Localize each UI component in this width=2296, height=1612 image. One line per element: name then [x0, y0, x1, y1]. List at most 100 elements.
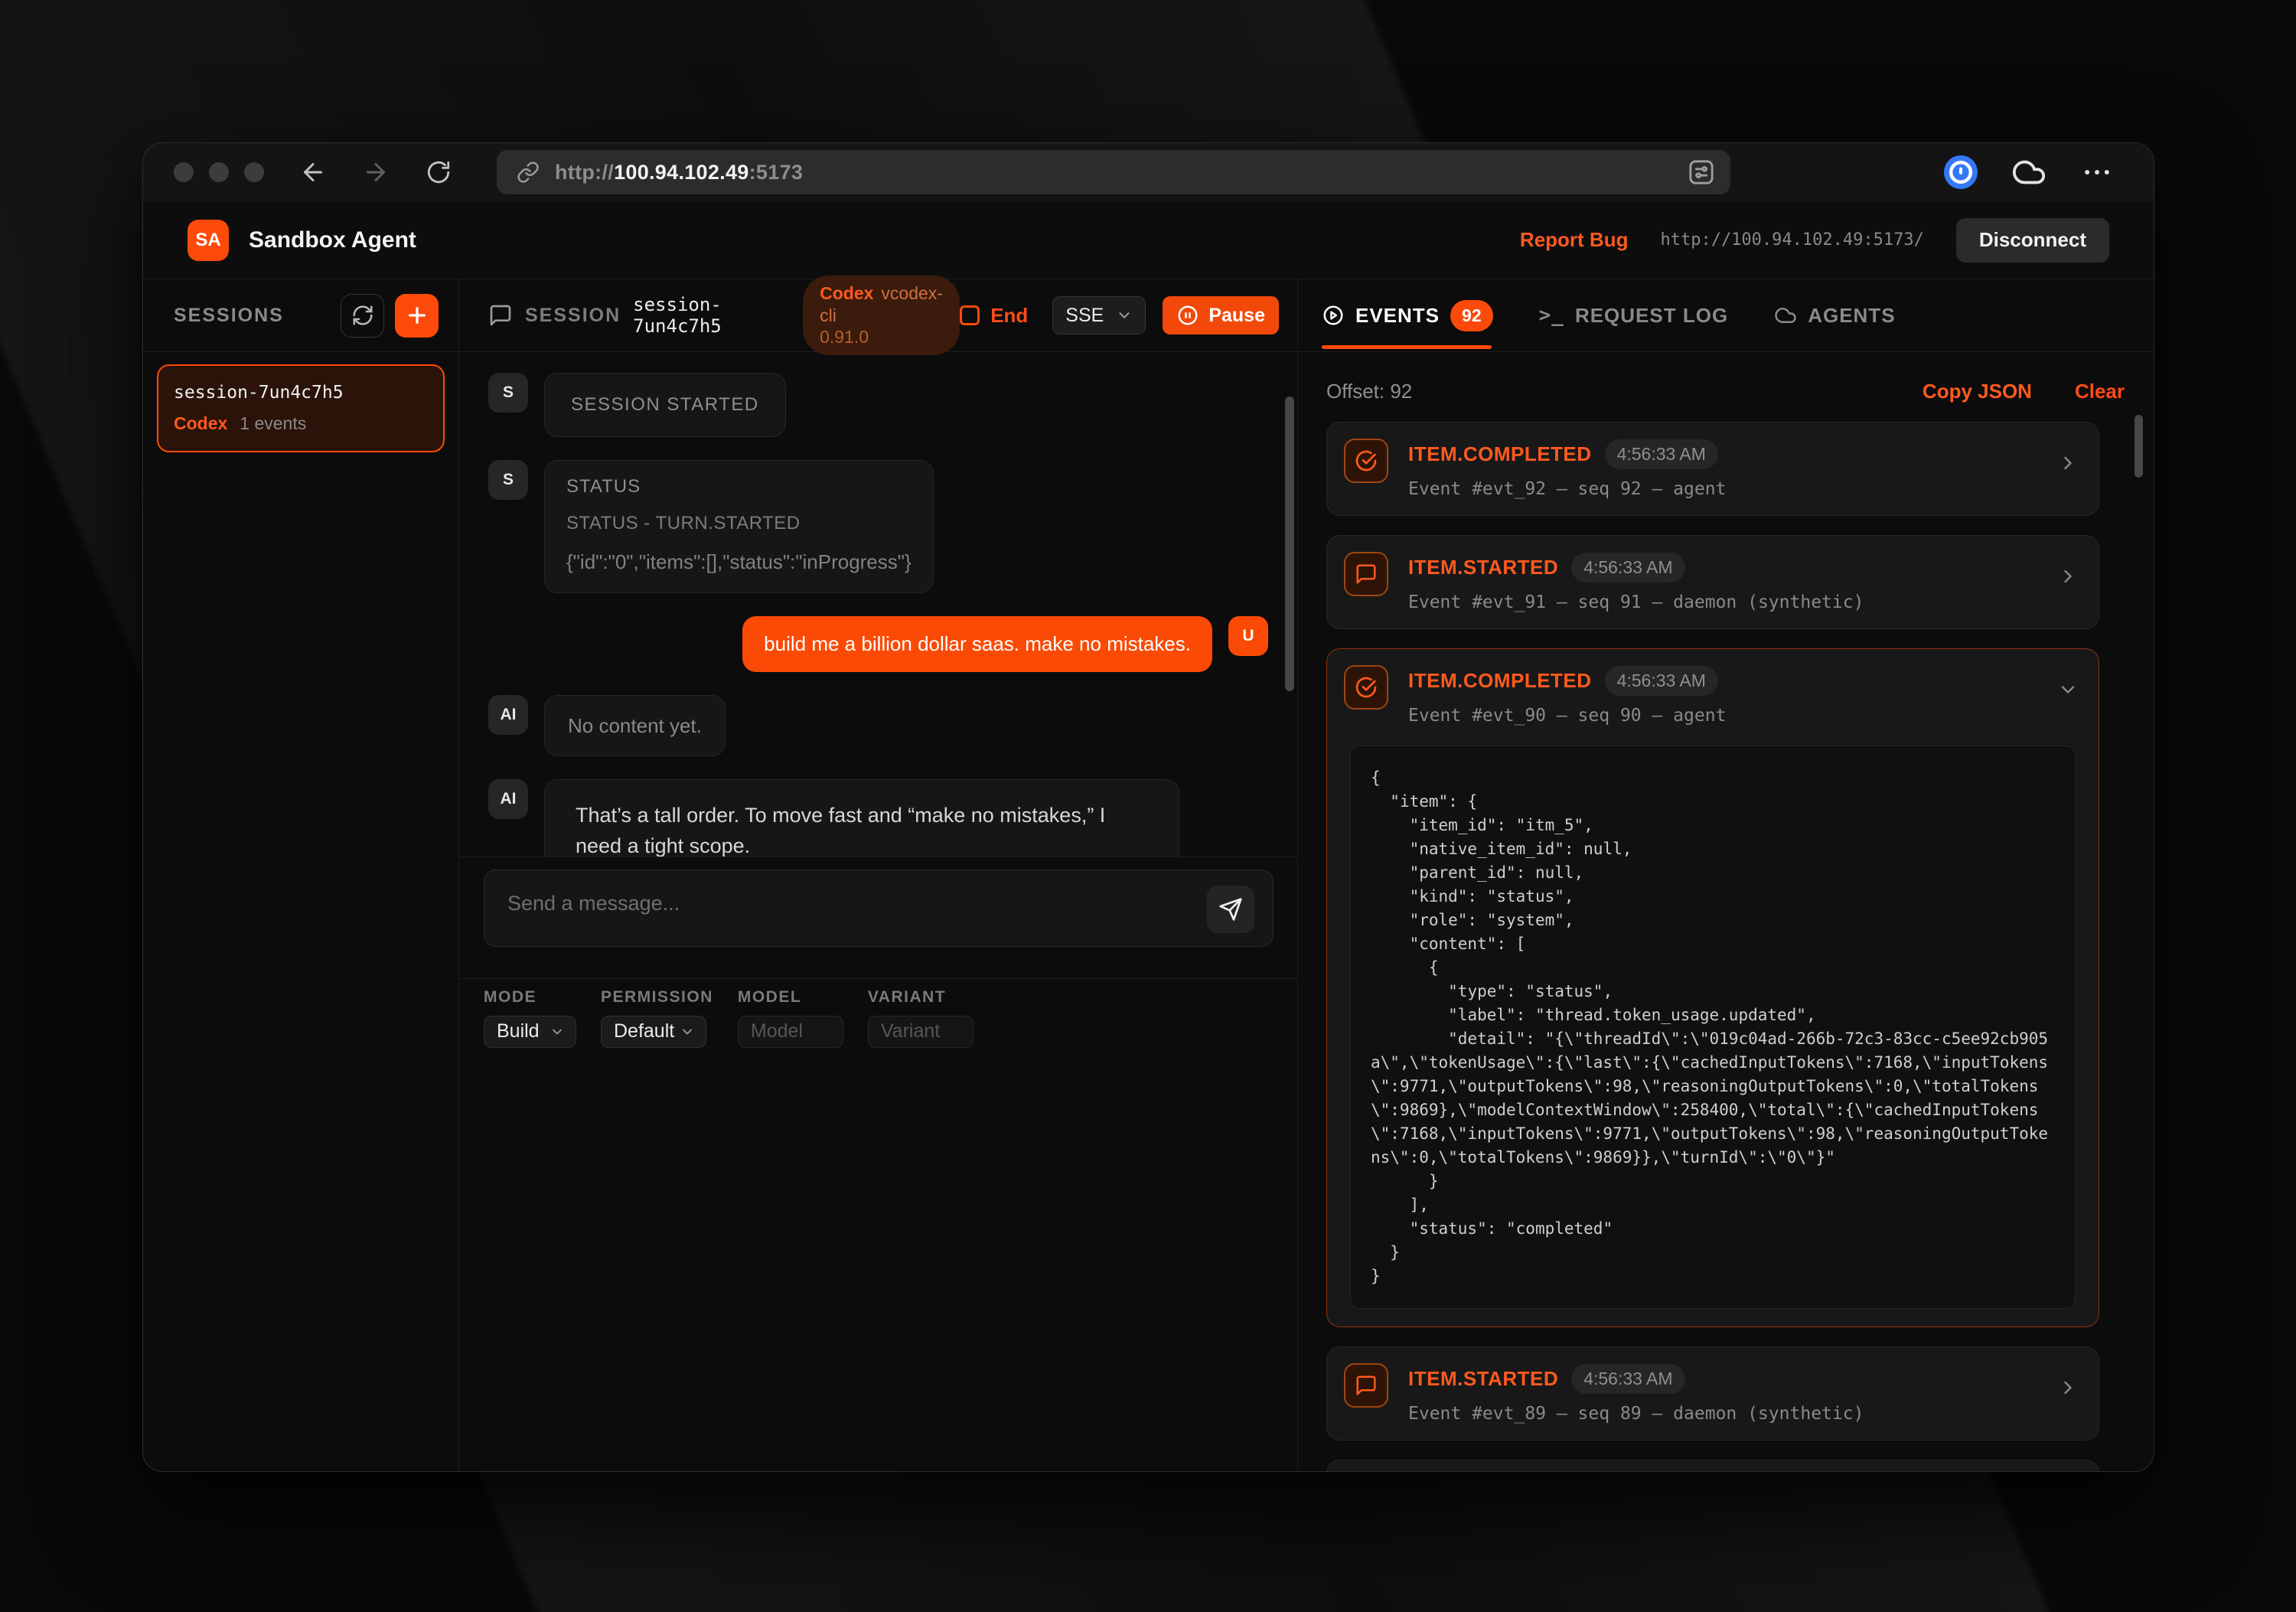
back-icon[interactable] [299, 158, 327, 186]
chevron-right-icon[interactable] [2057, 452, 2079, 474]
model-input[interactable] [738, 1016, 843, 1048]
composer [459, 857, 1297, 978]
password-manager-icon[interactable] [1944, 155, 1978, 189]
mode-select[interactable]: Build [484, 1016, 576, 1048]
event-time: 4:56:33 AM [1571, 553, 1684, 582]
pause-label: Pause [1208, 305, 1265, 327]
avatar: S [488, 373, 528, 413]
session-agent-label: Codex [174, 413, 227, 434]
tab-agents[interactable]: AGENTS [1774, 304, 1895, 328]
window-zoom-button[interactable] [244, 162, 264, 182]
end-session-label: End [990, 304, 1028, 328]
check-circle-icon [1344, 665, 1388, 710]
message-list: S SESSION STARTED S STATUS STATUS - TURN… [459, 352, 1297, 857]
chat-scrollbar[interactable] [1285, 396, 1294, 691]
message-ai-reply: AI That’s a tall order. To move fast and… [488, 779, 1268, 857]
events-scrollbar[interactable] [2135, 415, 2143, 478]
status-subtitle: STATUS - TURN.STARTED [566, 513, 912, 534]
chat-bubble-icon [488, 303, 513, 328]
agent-version-badge: Codexvcodex-cli 0.91.0 [803, 276, 960, 355]
variant-input[interactable] [868, 1016, 974, 1048]
url-text[interactable]: http://100.94.102.49:5173 [555, 161, 803, 184]
message-user: build me a billion dollar saas. make no … [488, 616, 1268, 672]
message-bubble: No content yet. [544, 695, 726, 756]
model-label: MODEL [738, 988, 843, 1007]
pause-button[interactable]: Pause [1163, 296, 1279, 334]
window-controls[interactable] [174, 162, 264, 182]
tab-agents-label: AGENTS [1808, 304, 1895, 328]
event-type: ITEM.COMPLETED [1408, 442, 1592, 466]
permission-value: Default [614, 1020, 674, 1043]
sliders-icon[interactable] [1686, 157, 1717, 188]
chevron-right-icon[interactable] [2057, 1377, 2079, 1398]
sessions-sidebar: SESSIONS session-7un4c7h5 Codex 1 events [143, 279, 459, 1471]
event-time: 4:56:33 AM [1605, 666, 1718, 696]
events-panel: EVENTS 92 >_ REQUEST LOG AGENTS Offset: … [1298, 279, 2154, 1471]
refresh-sessions-button[interactable] [341, 294, 384, 338]
ellipsis-icon[interactable] [2080, 155, 2114, 189]
session-controls-bar: MODE Build PERMISSION Default [459, 978, 1297, 1472]
session-panel: SESSION session-7un4c7h5 Codexvcodex-cli… [459, 279, 1298, 1471]
ai-avatar: AI [488, 779, 528, 819]
event-type: ITEM.STARTED [1408, 1367, 1558, 1391]
event-card[interactable]: ITEM.STARTED 4:56:33 AM Event #evt_91 — … [1326, 535, 2099, 629]
chevron-down-icon [1116, 307, 1133, 324]
tab-events[interactable]: EVENTS 92 [1322, 300, 1493, 331]
avatar: S [488, 460, 528, 500]
cloud-icon[interactable] [2011, 155, 2047, 190]
mode-value: Build [497, 1020, 540, 1043]
active-tab-underline [1322, 345, 1492, 349]
offset-label: Offset: 92 [1326, 380, 1412, 403]
link-icon [517, 161, 540, 184]
permission-label: PERMISSION [601, 988, 713, 1007]
status-json: {"id":"0","items":[],"status":"inProgres… [566, 547, 912, 577]
chevron-down-icon [550, 1024, 565, 1039]
badge-version: 0.91.0 [820, 327, 869, 347]
event-type: ITEM.COMPLETED [1408, 669, 1592, 693]
event-description: Event #evt_92 — seq 92 — agent [1408, 479, 1726, 499]
app-header: SA Sandbox Agent Report Bug http://100.9… [143, 201, 2154, 279]
event-card[interactable]: ITEM.COMPLETED 4:56:33 AM Event #evt_92 … [1326, 422, 2099, 516]
event-time: 4:56:33 AM [1571, 1364, 1684, 1394]
session-panel-header: SESSION session-7un4c7h5 Codexvcodex-cli… [459, 279, 1297, 352]
refresh-icon[interactable] [425, 158, 452, 186]
report-bug-link[interactable]: Report Bug [1520, 228, 1629, 252]
browser-chrome: http://100.94.102.49:5173 [143, 143, 2154, 201]
event-json-payload[interactable]: { "item": { "item_id": "itm_5", "native_… [1350, 746, 2076, 1309]
permission-select[interactable]: Default [601, 1016, 706, 1048]
tab-events-label: EVENTS [1355, 304, 1440, 328]
disconnect-button[interactable]: Disconnect [1956, 218, 2109, 263]
event-card-expanded[interactable]: ITEM.COMPLETED 4:56:33 AM Event #evt_90 … [1326, 648, 2099, 1327]
new-session-button[interactable] [395, 294, 439, 338]
window-close-button[interactable] [174, 162, 194, 182]
session-list-item[interactable]: session-7un4c7h5 Codex 1 events [157, 364, 445, 452]
events-toolbar: Offset: 92 Copy JSON Clear [1298, 352, 2154, 422]
transport-select[interactable]: SSE [1052, 296, 1146, 334]
stop-square-icon [960, 305, 980, 325]
forward-icon[interactable] [362, 158, 390, 186]
message-input[interactable] [484, 870, 1274, 947]
message-bubble: SESSION STARTED [544, 373, 786, 437]
badge-agent: Codex [820, 283, 873, 303]
chevron-down-icon [680, 1024, 695, 1039]
chevron-right-icon[interactable] [2057, 566, 2079, 587]
chevron-down-icon[interactable] [2057, 679, 2079, 700]
address-bar[interactable]: http://100.94.102.49:5173 [497, 150, 1730, 194]
mode-label: MODE [484, 988, 576, 1007]
end-session-control[interactable]: End [960, 304, 1028, 328]
message-status-turn-started: S STATUS STATUS - TURN.STARTED {"id":"0"… [488, 460, 1268, 593]
event-card[interactable]: ITEM.STARTED 4:56:33 AM Event #evt_89 — … [1326, 1346, 2099, 1441]
clear-events-button[interactable]: Clear [2075, 380, 2125, 403]
event-type: ITEM.STARTED [1408, 556, 1558, 579]
copy-json-button[interactable]: Copy JSON [1923, 380, 2032, 403]
sessions-title: SESSIONS [174, 305, 284, 327]
terminal-icon: >_ [1539, 304, 1564, 327]
play-circle-icon [1322, 304, 1345, 327]
send-button[interactable] [1207, 886, 1254, 933]
event-card[interactable]: ITEM.COMPLETED 4:56:33 AM Event #evt_88 … [1326, 1460, 2099, 1471]
window-minimize-button[interactable] [209, 162, 229, 182]
tab-request-log[interactable]: >_ REQUEST LOG [1539, 304, 1729, 328]
app-logo: SA [188, 220, 229, 261]
transport-value: SSE [1065, 305, 1104, 327]
events-list: ITEM.COMPLETED 4:56:33 AM Event #evt_92 … [1298, 422, 2154, 1471]
